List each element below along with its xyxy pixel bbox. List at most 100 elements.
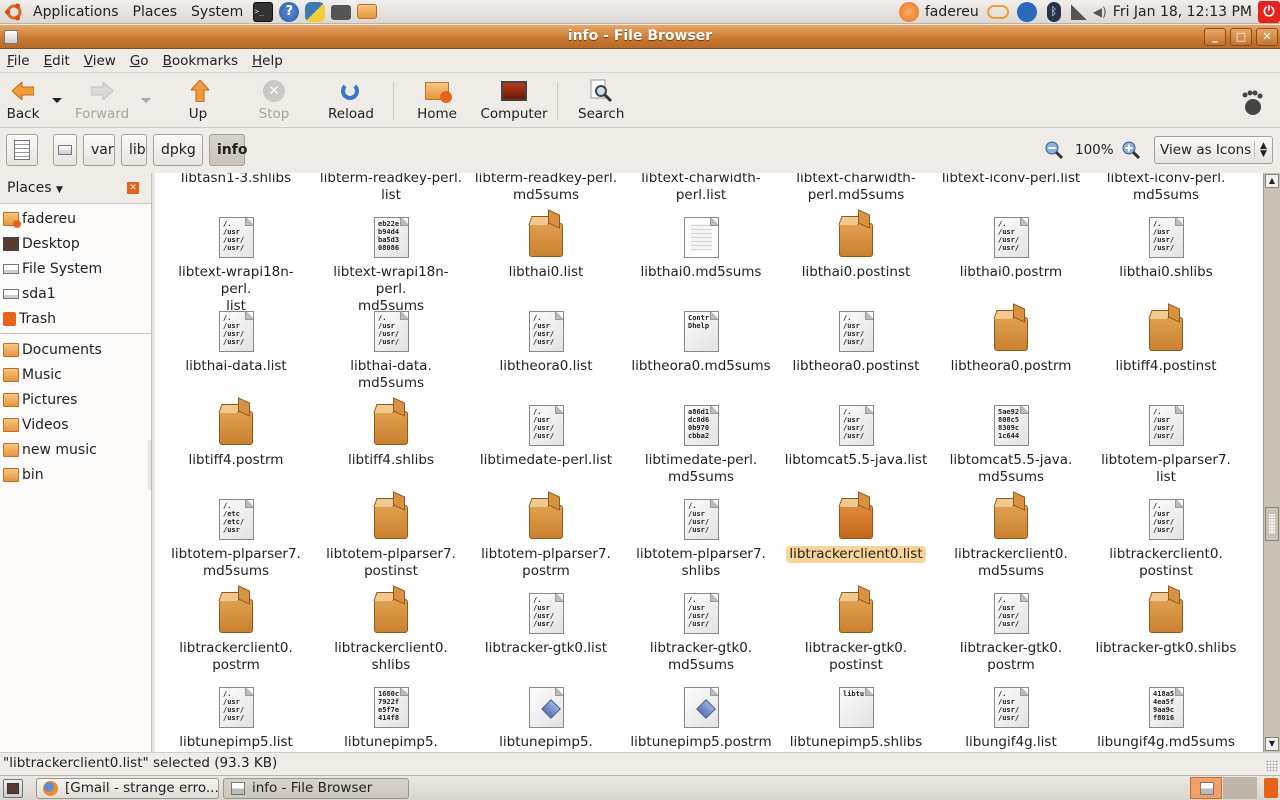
file-item[interactable]: /. /usr /usr/ /usr/libtimedate-perl.list bbox=[471, 403, 621, 469]
file-item[interactable]: /. /etc /etc/ /usr libtotem-plparser7. md… bbox=[161, 497, 311, 580]
terminal-icon[interactable]: >_ bbox=[253, 1, 274, 22]
help-icon[interactable]: ? bbox=[279, 1, 300, 22]
menu-edit[interactable]: Edit bbox=[37, 53, 77, 69]
crumb-dpkg[interactable]: dpkg bbox=[153, 134, 203, 166]
file-item[interactable]: /. /usr /usr/ /usr/libthai-data.list bbox=[161, 309, 311, 375]
file-item[interactable]: libthai0.postinst bbox=[781, 215, 931, 281]
trash-applet-icon[interactable] bbox=[1264, 778, 1278, 798]
file-item[interactable]: /. /usr /usr/ /usr/libtotem-plparser7. s… bbox=[626, 497, 776, 580]
applications-menu[interactable]: Applications bbox=[26, 0, 126, 24]
forward-button[interactable]: Forward bbox=[74, 78, 130, 122]
menu-go[interactable]: Go bbox=[123, 53, 156, 69]
file-item[interactable]: 1680c 7922f e5f7e 414f8 libtunepimp5. bbox=[316, 685, 466, 751]
user-name[interactable]: fadereu bbox=[925, 4, 979, 20]
forward-history-dropdown[interactable] bbox=[141, 98, 151, 103]
sidebar-item-pictures[interactable]: Pictures bbox=[0, 387, 151, 412]
sidebar-item-new-music[interactable]: new music bbox=[0, 437, 151, 462]
python-icon[interactable] bbox=[305, 1, 326, 22]
volume-icon[interactable]: ◀) bbox=[1093, 5, 1109, 19]
file-item[interactable]: libtiff4.postrm bbox=[161, 403, 311, 469]
crumb-info[interactable]: info bbox=[209, 134, 247, 166]
file-item[interactable]: libtracker-gtk0.shlibs bbox=[1091, 591, 1241, 657]
resize-grip[interactable] bbox=[1266, 760, 1278, 772]
file-item[interactable]: libtiff4.shlibs bbox=[316, 403, 466, 469]
show-desktop-button[interactable] bbox=[3, 779, 23, 798]
workspace-switcher-2[interactable] bbox=[1223, 777, 1257, 799]
workspace-switcher-1[interactable] bbox=[1190, 777, 1222, 799]
splitter-grip[interactable] bbox=[148, 440, 152, 490]
file-item[interactable]: libtrackerclient0. shlibs bbox=[316, 591, 466, 674]
system-menu[interactable]: System bbox=[184, 0, 250, 24]
back-history-dropdown[interactable] bbox=[52, 98, 62, 103]
file-item[interactable]: libthai0.md5sums bbox=[626, 215, 776, 281]
ubuntu-logo-icon[interactable] bbox=[4, 2, 24, 22]
file-item[interactable]: 418a5 4ea5f 9aa9c f8016 libungif4g.md5sum… bbox=[1091, 685, 1241, 751]
file-item[interactable]: /. /usr /usr/ /usr/libtheora0.postinst bbox=[781, 309, 931, 375]
search-button[interactable]: Search bbox=[578, 78, 624, 122]
maximize-button[interactable]: □ bbox=[1230, 28, 1252, 46]
file-item[interactable]: libtext-charwidth- perl.md5sums bbox=[781, 173, 931, 204]
sidebar-item-music[interactable]: Music bbox=[0, 362, 151, 387]
file-item[interactable]: /. /usr /usr/ /usr/libthai0.postrm bbox=[936, 215, 1086, 281]
file-item[interactable]: /. /usr /usr/ /usr/libtheora0.list bbox=[471, 309, 621, 375]
file-item[interactable]: libterm-readkey-perl. md5sums bbox=[471, 173, 621, 204]
minimize-button[interactable]: _ bbox=[1204, 28, 1226, 46]
menu-view[interactable]: View bbox=[77, 53, 123, 69]
zoom-in-button[interactable] bbox=[1122, 141, 1141, 160]
crumb-var[interactable]: var bbox=[83, 134, 115, 166]
file-item[interactable]: a86d1 dc8d6 0b970 cbba2 libtimedate-perl.… bbox=[626, 403, 776, 486]
file-item[interactable]: libtheora0.postrm bbox=[936, 309, 1086, 375]
file-item[interactable]: /. /usr /usr/ /usr/libthai-data. md5sums bbox=[316, 309, 466, 392]
file-item[interactable]: libtu libtunepimp5.shlibs bbox=[781, 685, 931, 751]
file-item[interactable]: libtext-iconv-perl. md5sums bbox=[1091, 173, 1241, 204]
file-item[interactable]: libtotem-plparser7. postinst bbox=[316, 497, 466, 580]
zoom-out-button[interactable] bbox=[1045, 141, 1064, 160]
sidebar-item-videos[interactable]: Videos bbox=[0, 412, 151, 437]
clock[interactable]: Fri Jan 18, 12:13 PM bbox=[1113, 4, 1252, 20]
file-item[interactable]: /. /usr /usr/ /usr/libtomcat5.5-java.lis… bbox=[781, 403, 931, 469]
home-button[interactable]: Home bbox=[415, 78, 459, 122]
sidebar-item-desktop[interactable]: Desktop bbox=[0, 231, 151, 256]
file-item[interactable]: libtrackerclient0. md5sums bbox=[936, 497, 1086, 580]
sidebar-item-trash[interactable]: Trash bbox=[0, 306, 151, 331]
menu-file[interactable]: File bbox=[0, 53, 37, 69]
sidebar-item-documents[interactable]: Documents bbox=[0, 337, 151, 362]
crumb-root[interactable] bbox=[53, 134, 77, 166]
file-item[interactable]: /. /usr /usr/ /usr/libtracker-gtk0.list bbox=[471, 591, 621, 657]
update-notifier-icon[interactable] bbox=[986, 5, 1009, 19]
scroll-down-button[interactable]: ▼ bbox=[1265, 737, 1279, 751]
computer-button[interactable]: Computer bbox=[480, 78, 548, 122]
sidebar-mode-dropdown[interactable]: Places ▼ bbox=[7, 180, 63, 196]
power-icon[interactable]: ⏻ bbox=[1258, 1, 1280, 23]
scrollbar-thumb[interactable] bbox=[1265, 507, 1279, 542]
file-item[interactable]: /. /usr /usr/ /usr/libtracker-gtk0. md5s… bbox=[626, 591, 776, 674]
file-item[interactable]: /. /usr /usr/ /usr/libtext-wrapi18n-perl… bbox=[161, 215, 311, 315]
file-item[interactable]: libtiff4.postinst bbox=[1091, 309, 1241, 375]
file-item[interactable]: /. /usr /usr/ /usr/libthai0.shlibs bbox=[1091, 215, 1241, 281]
icon-view[interactable]: libtasn1-3.shlibs libterm-readkey-perl. l… bbox=[155, 173, 1263, 752]
network-icon[interactable] bbox=[1016, 2, 1037, 22]
taskbar-item-file-browser[interactable]: info - File Browser bbox=[223, 778, 409, 799]
close-sidebar-icon[interactable]: ✕ bbox=[127, 182, 139, 194]
file-item[interactable]: libtotem-plparser7. postrm bbox=[471, 497, 621, 580]
sidebar-item-file-system[interactable]: File System bbox=[0, 256, 151, 281]
file-item[interactable]: /. /usr /usr/ /usr/libtracker-gtk0. post… bbox=[936, 591, 1086, 674]
window-titlebar[interactable]: info - File Browser _ □ ✕ bbox=[0, 25, 1280, 49]
menu-help[interactable]: Help bbox=[245, 53, 290, 69]
file-item[interactable]: libterm-readkey-perl. list bbox=[316, 173, 466, 204]
taskbar-item-gmail[interactable]: [Gmail - strange erro... bbox=[36, 778, 219, 799]
file-item[interactable]: libtunepimp5. bbox=[471, 685, 621, 751]
camera-icon[interactable] bbox=[331, 5, 352, 20]
up-button[interactable]: Up bbox=[186, 78, 210, 122]
file-item[interactable]: 5ae92 808c5 8309c 1c644 libtomcat5.5-java… bbox=[936, 403, 1086, 486]
menu-bookmarks[interactable]: Bookmarks bbox=[156, 53, 245, 69]
pane-splitter[interactable] bbox=[152, 173, 154, 752]
crumb-lib[interactable]: lib bbox=[121, 134, 147, 166]
file-item[interactable]: libtext-charwidth- perl.list bbox=[626, 173, 776, 204]
file-item[interactable]: eb22e b94d4 ba5d3 08086 libtext-wrapi18n-… bbox=[316, 215, 466, 315]
view-mode-select[interactable]: View as Icons ▲ ▼ bbox=[1154, 136, 1273, 164]
file-item[interactable]: /. /usr /usr/ /usr/libungif4g.list bbox=[936, 685, 1086, 751]
file-item[interactable]: /. /usr /usr/ /usr/libtrackerclient0. po… bbox=[1091, 497, 1241, 580]
file-item[interactable]: /. /usr /usr/ /usr/libtotem-plparser7. l… bbox=[1091, 403, 1241, 486]
close-button[interactable]: ✕ bbox=[1256, 28, 1278, 46]
